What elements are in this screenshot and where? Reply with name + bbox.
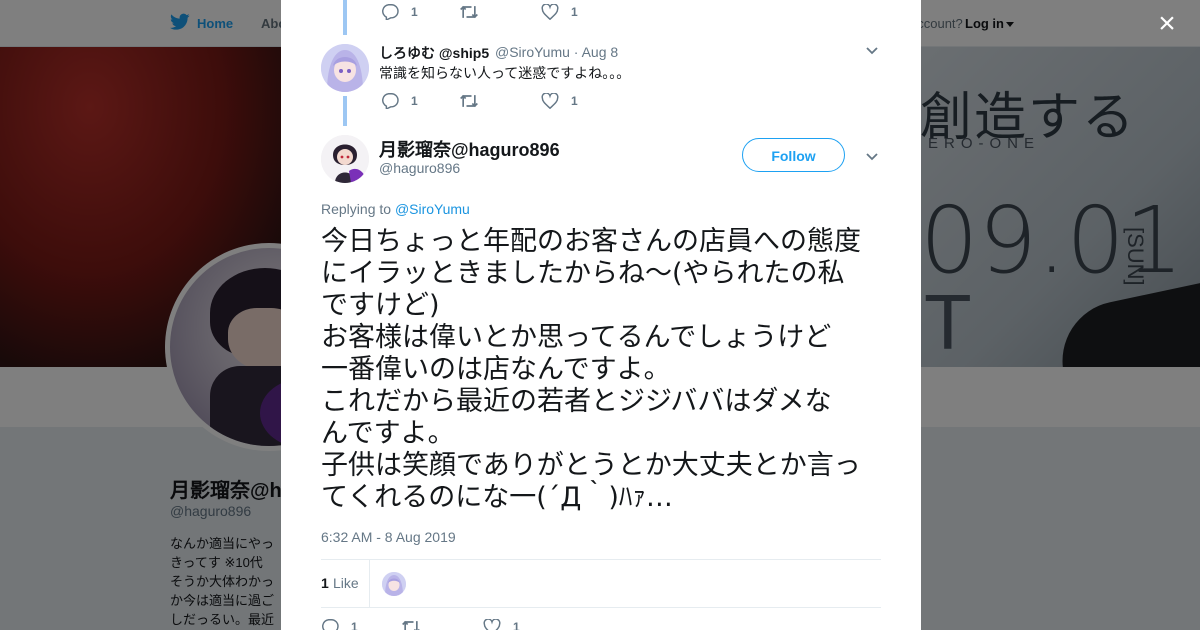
context-author-handle[interactable]: @SiroYumu · Aug 8 xyxy=(495,44,618,60)
replying-prefix: Replying to xyxy=(321,201,392,217)
replying-to: Replying to @SiroYumu xyxy=(321,201,470,217)
tweet-stats: 1 Like xyxy=(321,559,881,608)
reply-count: 1 xyxy=(411,94,418,108)
author-name[interactable]: 月影瑠奈@haguro896 xyxy=(379,136,560,162)
chevron-down-icon[interactable] xyxy=(865,44,879,58)
like-stat-label[interactable]: Like xyxy=(333,575,359,591)
like-stat-count[interactable]: 1 xyxy=(321,575,329,591)
liker-avatar-image xyxy=(382,572,406,596)
like-icon xyxy=(541,4,559,20)
retweet-button[interactable] xyxy=(401,619,433,630)
author-handle[interactable]: @haguro896 xyxy=(379,160,460,176)
like-button[interactable]: 1 xyxy=(541,93,578,109)
like-button[interactable]: 1 xyxy=(541,4,578,20)
tweet-timestamp[interactable]: 6:32 AM - 8 Aug 2019 xyxy=(321,529,456,545)
follow-button[interactable]: Follow xyxy=(742,138,845,172)
author-avatar-image xyxy=(321,135,369,183)
reply-icon xyxy=(322,619,339,630)
reply-count: 1 xyxy=(351,620,358,630)
retweet-icon xyxy=(402,620,420,630)
thread-line xyxy=(343,96,347,126)
replying-to-link[interactable]: @SiroYumu xyxy=(395,201,470,217)
chevron-down-icon[interactable] xyxy=(865,150,879,164)
thread-line xyxy=(343,0,347,35)
retweet-icon xyxy=(460,94,478,108)
close-icon[interactable]: × xyxy=(1154,9,1180,39)
like-count: 1 xyxy=(571,94,578,108)
context-author-name[interactable]: しろゆむ @ship5 xyxy=(379,43,489,63)
reply-button[interactable]: 1 xyxy=(381,93,418,109)
like-icon xyxy=(541,93,559,109)
context-avatar-image xyxy=(321,44,369,92)
like-count: 1 xyxy=(513,620,520,630)
liker-avatar[interactable] xyxy=(382,572,406,596)
reply-button[interactable]: 1 xyxy=(381,4,418,20)
reply-icon xyxy=(382,4,399,20)
like-button[interactable]: 1 xyxy=(483,619,520,630)
tweet-modal: 1 1 しろゆむ @ship5 @SiroYumu · Aug 8 常識を知らな… xyxy=(281,0,921,630)
context-avatar[interactable] xyxy=(321,44,369,92)
reply-button[interactable]: 1 xyxy=(321,619,358,630)
retweet-button[interactable] xyxy=(459,93,491,109)
reply-icon xyxy=(382,93,399,109)
like-icon xyxy=(483,619,501,630)
retweet-icon xyxy=(460,5,478,19)
tweet-text: 今日ちょっと年配のお客さんの店員への態度 にイラッときましたからね〜(やられたの… xyxy=(321,226,861,513)
context-tweet-text: 常識を知らない人って迷惑ですよね。。。 xyxy=(379,65,631,81)
author-avatar[interactable] xyxy=(321,135,369,183)
reply-count: 1 xyxy=(411,5,418,19)
like-count: 1 xyxy=(571,5,578,19)
retweet-button[interactable] xyxy=(459,4,491,20)
stats-divider xyxy=(369,560,370,607)
